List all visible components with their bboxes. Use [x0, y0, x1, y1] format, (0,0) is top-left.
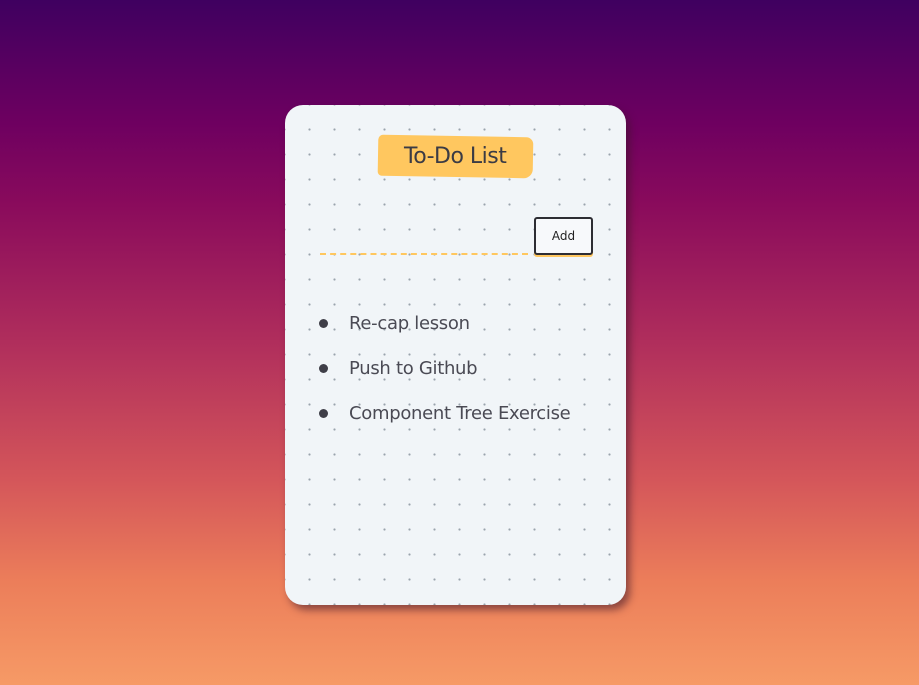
todo-card: To-Do List Add Re-cap lesson Push to Git… [285, 105, 626, 605]
bullet-icon [319, 319, 328, 328]
todo-item-text: Re-cap lesson [349, 313, 470, 334]
bullet-icon [319, 409, 328, 418]
todo-item-text: Push to Github [349, 358, 478, 379]
list-item[interactable]: Push to Github [315, 346, 570, 391]
todo-input[interactable] [320, 225, 528, 255]
list-item[interactable]: Component Tree Exercise [315, 391, 571, 436]
title-highlight: To-Do List [377, 134, 534, 179]
todo-list: Re-cap lesson Push to Github Component T… [315, 301, 571, 436]
todo-form: Add [320, 217, 594, 261]
list-item[interactable]: Re-cap lesson [315, 301, 570, 346]
bullet-icon [319, 364, 328, 373]
page-title: To-Do List [404, 143, 507, 169]
add-button[interactable]: Add [534, 217, 593, 255]
todo-item-text: Component Tree Exercise [349, 403, 571, 424]
